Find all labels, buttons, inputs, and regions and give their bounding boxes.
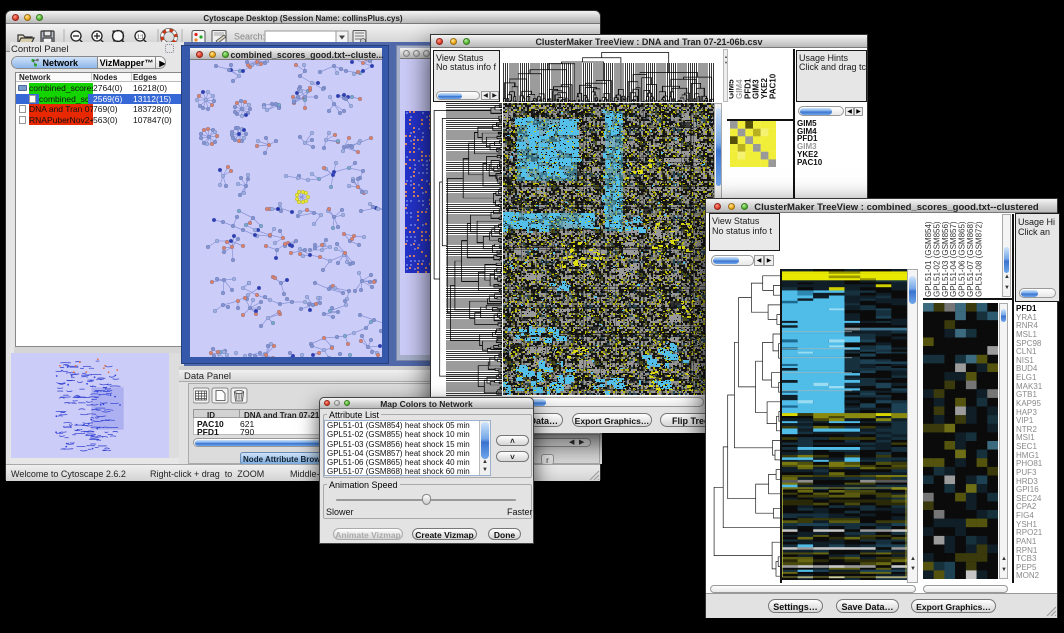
svg-text:1:1: 1:1	[137, 35, 144, 41]
svg-text:Search:: Search:	[234, 32, 265, 42]
svg-text:GPL51-08 (GSM872): GPL51-08 (GSM872)	[974, 221, 983, 297]
svg-text:PAC10: PAC10	[769, 73, 778, 99]
